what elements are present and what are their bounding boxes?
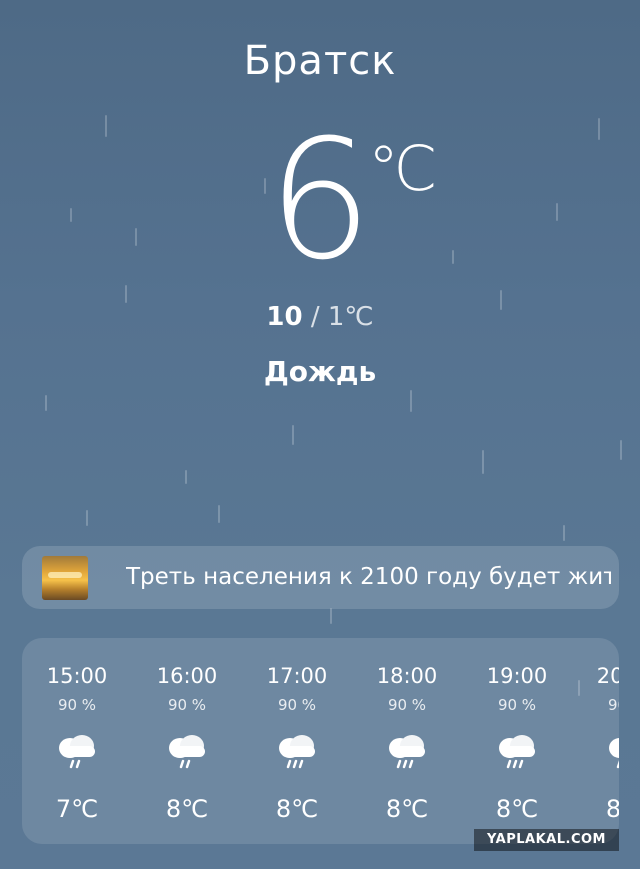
temperature-unit: ℃ xyxy=(368,132,438,205)
rain-icon xyxy=(499,735,535,769)
rain-icon xyxy=(279,735,315,769)
hour-humidity: 90 % xyxy=(277,696,317,714)
news-banner[interactable]: Треть населения к 2100 году будет жить xyxy=(22,546,619,609)
hourly-item[interactable]: 19:00 90 % 8℃ xyxy=(462,638,572,844)
hourly-item[interactable]: 18:00 90 % 8℃ xyxy=(352,638,462,844)
hour-temperature: 7℃ xyxy=(55,795,99,823)
hourly-item[interactable]: 16:00 90 % 8℃ xyxy=(132,638,242,844)
hourly-forecast[interactable]: 15:00 90 % 7℃ 16:00 90 % 8℃ 17:00 90 % 8… xyxy=(22,638,619,844)
hour-humidity: 90 % xyxy=(387,696,427,714)
hour-humidity: 90 % xyxy=(497,696,537,714)
weather-condition: Дождь xyxy=(263,355,377,388)
sunset-image xyxy=(42,556,88,600)
hourly-item[interactable]: 20:00 90 % 8℃ xyxy=(572,638,619,844)
current-temperature: 6 ℃ xyxy=(0,118,640,283)
rain-icon xyxy=(609,738,619,769)
hour-temperature: 8℃ xyxy=(605,795,619,823)
hour-time: 17:00 xyxy=(266,664,328,688)
hour-time: 15:00 xyxy=(46,664,108,688)
hour-humidity: 90 % xyxy=(607,696,619,714)
hour-temperature: 8℃ xyxy=(495,795,539,823)
hour-time: 19:00 xyxy=(486,664,548,688)
hour-temperature: 8℃ xyxy=(385,795,429,823)
low-temperature: 1℃ xyxy=(327,302,374,332)
high-temperature: 10 xyxy=(266,302,303,332)
hourly-item[interactable]: 17:00 90 % 8℃ xyxy=(242,638,352,844)
high-low-separator: / xyxy=(302,302,328,332)
temperature-value: 6 xyxy=(267,104,373,296)
hour-time: 16:00 xyxy=(156,664,218,688)
hour-time: 18:00 xyxy=(376,664,438,688)
hour-humidity: 90 % xyxy=(57,696,97,714)
hour-temperature: 8℃ xyxy=(165,795,209,823)
rain-icon xyxy=(389,735,425,769)
light-rain-icon xyxy=(169,735,205,769)
hourly-item[interactable]: 15:00 90 % 7℃ xyxy=(22,638,132,844)
high-low-temperature: 10 / 1℃ xyxy=(0,302,640,332)
hour-humidity: 90 % xyxy=(167,696,207,714)
hour-time: 20:00 xyxy=(596,664,619,688)
hour-temperature: 8℃ xyxy=(275,795,319,823)
site-watermark: YAPLAKAL.COM xyxy=(474,829,619,851)
city-name: Братск xyxy=(243,38,397,84)
news-headline[interactable]: Треть населения к 2100 году будет жить xyxy=(126,564,611,590)
light-rain-icon xyxy=(59,735,95,769)
